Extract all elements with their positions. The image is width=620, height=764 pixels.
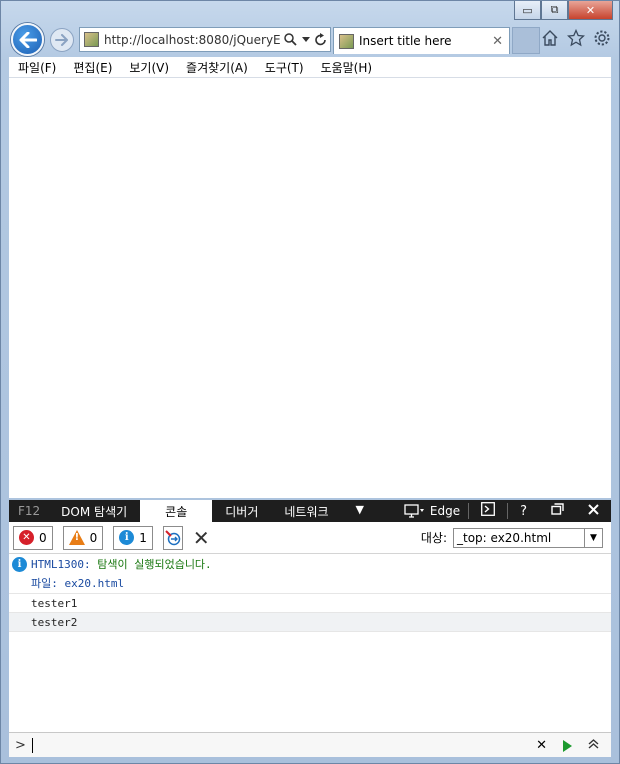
address-url[interactable]: http://localhost:8080/jQueryEx( xyxy=(104,33,280,47)
back-icon xyxy=(19,31,37,48)
devtools-close-button[interactable] xyxy=(576,503,611,519)
menu-edit[interactable]: 편집(E) xyxy=(73,59,112,76)
forward-button[interactable] xyxy=(50,28,74,52)
warnings-count: 0 xyxy=(89,530,98,545)
tab-network[interactable]: 네트워크 xyxy=(271,500,341,522)
undock-icon xyxy=(551,503,564,515)
errors-count: 0 xyxy=(39,530,47,545)
clear-on-navigate-button[interactable] xyxy=(162,525,183,550)
console-toolbar: ✕ 0 0 i 1 ✕ 대상: _to xyxy=(9,522,611,554)
page-content xyxy=(9,78,611,498)
tab-debugger[interactable]: 디버거 xyxy=(212,500,271,522)
forward-icon xyxy=(55,34,68,46)
browser-tab[interactable]: Insert title here ✕ xyxy=(333,27,510,54)
warnings-filter[interactable]: 0 xyxy=(62,525,104,550)
menu-file[interactable]: 파일(F) xyxy=(18,59,56,76)
close-icon xyxy=(588,503,599,515)
emulation-mode-label: Edge xyxy=(429,504,461,518)
console-output: i HTML1300: 탐색이 실행되었습니다. 파일: ex20.html t… xyxy=(9,554,611,632)
expand-icon[interactable] xyxy=(588,738,599,749)
info-icon: i xyxy=(12,557,27,572)
tab-console[interactable]: 콘솔 xyxy=(140,500,213,522)
target-selector: 대상: _top: ex20.html ▼ xyxy=(420,527,611,548)
target-value: _top: ex20.html xyxy=(457,530,552,545)
more-tabs-icon[interactable]: ▼ xyxy=(342,500,378,522)
minimize-button[interactable]: ▭ xyxy=(514,1,541,20)
help-button[interactable]: ? xyxy=(508,504,539,519)
devtools-tab-bar: F12 DOM 탐색기 콘솔 디버거 네트워크 ▼ Edge ? xyxy=(9,500,611,522)
dropdown-icon[interactable] xyxy=(302,37,310,42)
chevron-down-icon[interactable]: ▼ xyxy=(584,528,602,547)
console-log-line: tester2 xyxy=(9,613,611,632)
monitor-icon xyxy=(404,504,424,518)
console-input[interactable]: > ✕ xyxy=(9,732,611,757)
warning-icon xyxy=(68,530,85,545)
devtools-panel: F12 DOM 탐색기 콘솔 디버거 네트워크 ▼ Edge ? ✕ 0 ! 0… xyxy=(9,500,611,757)
toolbar-icons xyxy=(541,29,611,47)
clear-input-icon[interactable]: ✕ xyxy=(536,738,547,753)
menu-help[interactable]: 도움말(H) xyxy=(321,59,373,76)
target-select[interactable]: _top: ex20.html ▼ xyxy=(453,527,603,548)
info-count: 1 xyxy=(139,530,147,545)
message-file-link[interactable]: 파일: ex20.html xyxy=(31,572,611,591)
tab-close-icon[interactable]: ✕ xyxy=(492,34,503,49)
window-controls: ▭ ⧉ ✕ xyxy=(514,1,613,20)
info-filter[interactable]: i 1 xyxy=(113,525,153,550)
back-button[interactable] xyxy=(11,23,44,56)
clear-console-icon[interactable]: ✕ xyxy=(193,526,210,550)
console-icon xyxy=(481,502,496,516)
settings-icon[interactable] xyxy=(593,29,611,47)
navigation-bar: http://localhost:8080/jQueryEx( Insert t… xyxy=(9,23,611,57)
prompt-icon: > xyxy=(15,737,26,753)
target-label: 대상: xyxy=(420,531,447,545)
text-caret xyxy=(31,737,33,753)
maximize-button[interactable]: ⧉ xyxy=(541,1,568,20)
error-icon: ✕ xyxy=(19,530,34,545)
errors-filter[interactable]: ✕ 0 xyxy=(13,525,53,550)
console-log-line: tester1 xyxy=(9,594,611,613)
refresh-icon[interactable] xyxy=(315,33,327,46)
info-icon: i xyxy=(119,530,135,545)
menu-view[interactable]: 보기(V) xyxy=(129,59,169,76)
tab-title: Insert title here xyxy=(359,34,452,48)
run-icon[interactable] xyxy=(563,739,572,752)
menu-tools[interactable]: 도구(T) xyxy=(265,59,304,76)
page-icon xyxy=(84,32,99,47)
console-toggle-button[interactable] xyxy=(469,502,507,520)
new-tab-button[interactable] xyxy=(512,27,540,54)
undock-button[interactable] xyxy=(539,503,576,519)
menu-favorites[interactable]: 즐겨찾기(A) xyxy=(186,59,248,76)
home-icon[interactable] xyxy=(541,29,559,47)
close-button[interactable]: ✕ xyxy=(568,1,613,20)
clear-on-navigate-icon xyxy=(165,529,181,545)
message-text: 탐색이 실행되었습니다. xyxy=(97,558,212,571)
browser-window: ▭ ⧉ ✕ http://localhost:8080/jQueryEx(In… xyxy=(0,0,620,764)
search-icon[interactable] xyxy=(284,33,297,46)
tab-page-icon xyxy=(339,33,354,49)
console-message: i HTML1300: 탐색이 실행되었습니다. 파일: ex20.html xyxy=(9,554,611,594)
favorites-icon[interactable] xyxy=(567,29,585,47)
address-bar[interactable]: http://localhost:8080/jQueryEx( xyxy=(79,27,331,52)
message-code: HTML1300: xyxy=(31,558,91,571)
emulation-mode[interactable]: Edge xyxy=(404,504,468,518)
f12-label: F12 xyxy=(18,504,41,518)
tab-dom-explorer[interactable]: DOM 탐색기 xyxy=(48,500,140,522)
menu-bar: 파일(F) 편집(E) 보기(V) 즐겨찾기(A) 도구(T) 도움말(H) xyxy=(9,57,611,78)
